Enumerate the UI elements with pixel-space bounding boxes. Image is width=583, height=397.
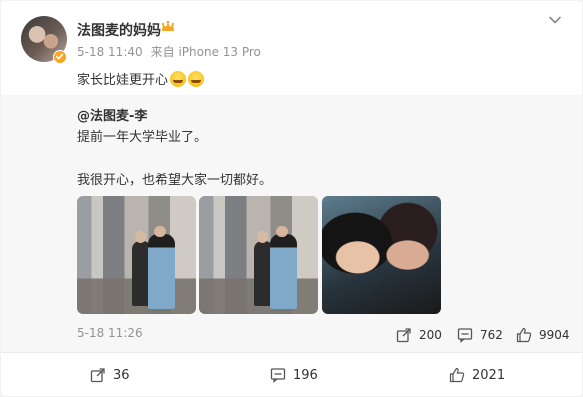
repost-comment-count[interactable]: 762 xyxy=(457,325,503,345)
repost-share-count-label: 200 xyxy=(419,328,442,342)
verified-badge-icon xyxy=(53,50,67,64)
comment-icon xyxy=(457,328,473,343)
repost-author[interactable]: @法图麦-李 xyxy=(77,105,147,124)
laughing-emoji-icon xyxy=(170,70,187,87)
thumbs-up-icon xyxy=(449,367,465,383)
laughing-emoji-icon xyxy=(188,70,205,87)
reposted-content[interactable]: @法图麦-李 提前一年大学毕业了。 我很开心，也希望大家一切都好。 xyxy=(1,95,582,352)
comment-button-count: 196 xyxy=(293,367,318,383)
divider xyxy=(1,352,582,353)
repost-like-count-label: 9904 xyxy=(539,328,570,342)
comment-button[interactable]: 196 xyxy=(270,366,318,384)
repost-button[interactable]: 36 xyxy=(90,366,130,384)
post-meta: 5-18 11:40 来自 iPhone 13 Pro xyxy=(77,43,261,60)
post-source: 来自 iPhone 13 Pro xyxy=(150,45,261,59)
photo-thumbnail[interactable] xyxy=(199,196,318,314)
username[interactable]: 法图麦的妈妈 xyxy=(77,20,161,40)
photo-person xyxy=(270,233,297,310)
repost-text-line: 我很开心，也希望大家一切都好。 xyxy=(77,173,273,188)
share-icon xyxy=(90,368,105,383)
crown-icon xyxy=(161,20,175,31)
chevron-down-icon[interactable] xyxy=(548,13,562,27)
like-button-count: 2021 xyxy=(472,367,506,383)
photo-thumbnail[interactable] xyxy=(77,196,196,314)
photo-person xyxy=(148,233,175,310)
repost-share-count[interactable]: 200 xyxy=(396,325,442,345)
like-button[interactable]: 2021 xyxy=(449,366,505,384)
photo-thumbnail[interactable] xyxy=(322,196,441,314)
post-date[interactable]: 5-18 11:40 xyxy=(77,45,143,59)
post-text-content: 家长比娃更开心 xyxy=(77,73,169,88)
comment-icon xyxy=(270,368,286,383)
post-text: 家长比娃更开心 xyxy=(77,69,205,88)
repost-text-line: 提前一年大学毕业了。 xyxy=(77,130,208,145)
repost-button-count: 36 xyxy=(113,367,130,383)
repost-comment-count-label: 762 xyxy=(480,328,503,342)
repost-like-count[interactable]: 9904 xyxy=(516,325,570,345)
repost-time[interactable]: 5-18 11:26 xyxy=(77,326,143,340)
thumbs-up-icon xyxy=(516,327,532,343)
share-icon xyxy=(396,328,411,343)
